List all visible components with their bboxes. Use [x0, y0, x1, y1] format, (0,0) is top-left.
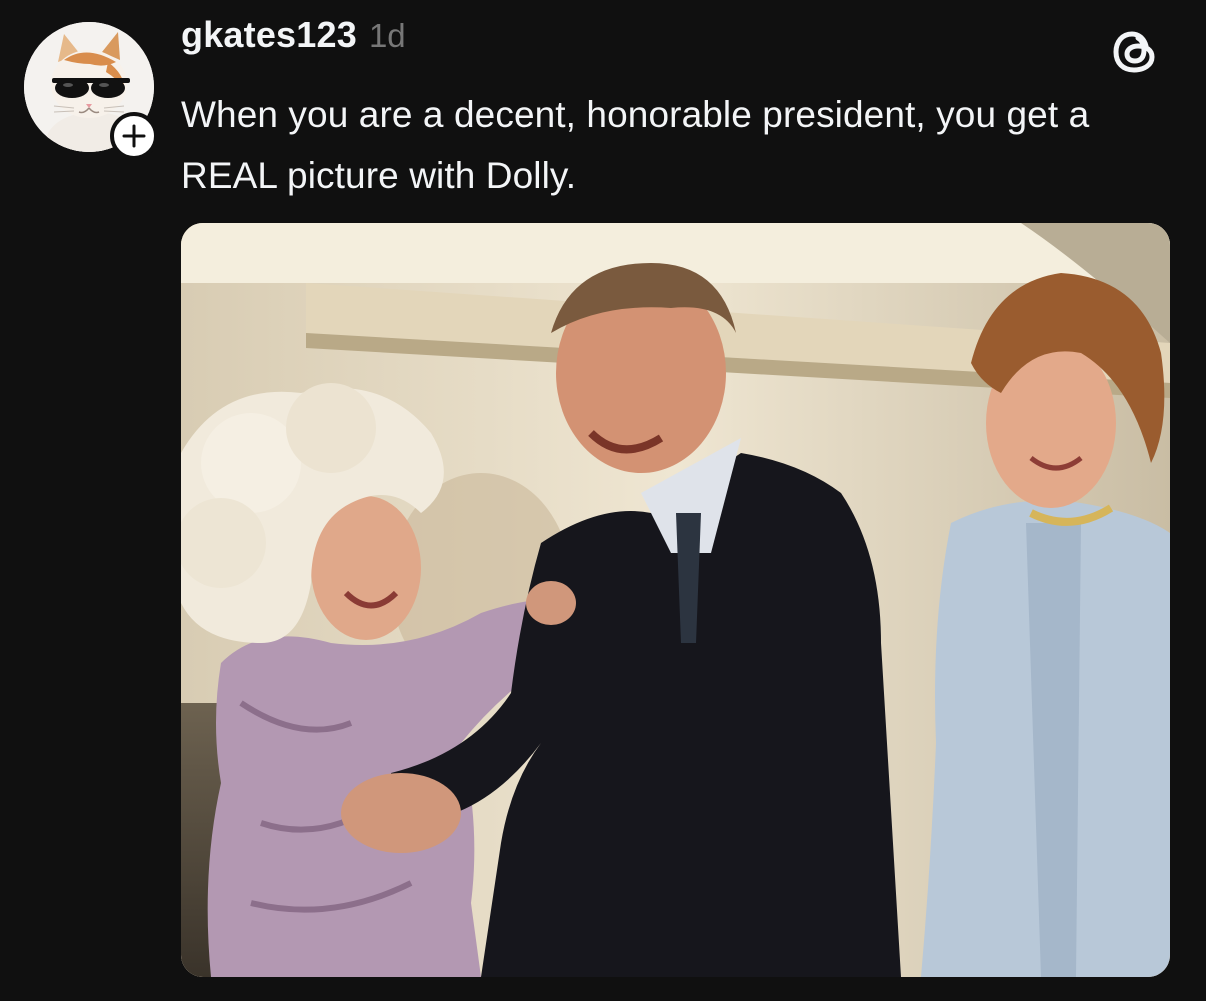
- post-timestamp[interactable]: 1d: [369, 17, 406, 55]
- username-link[interactable]: gkates123: [181, 14, 357, 56]
- plus-icon: [122, 124, 146, 148]
- threads-logo-icon[interactable]: [1108, 24, 1164, 80]
- avatar-container[interactable]: [24, 22, 158, 160]
- post-header: gkates123 1d: [181, 14, 406, 62]
- post-body-text: When you are a decent, honorable preside…: [181, 94, 1090, 196]
- photo-image: [181, 223, 1170, 977]
- post-image[interactable]: [181, 223, 1170, 977]
- thread-post: gkates123 1d When you are a decent, hono…: [0, 0, 1206, 1001]
- follow-button[interactable]: [110, 112, 158, 160]
